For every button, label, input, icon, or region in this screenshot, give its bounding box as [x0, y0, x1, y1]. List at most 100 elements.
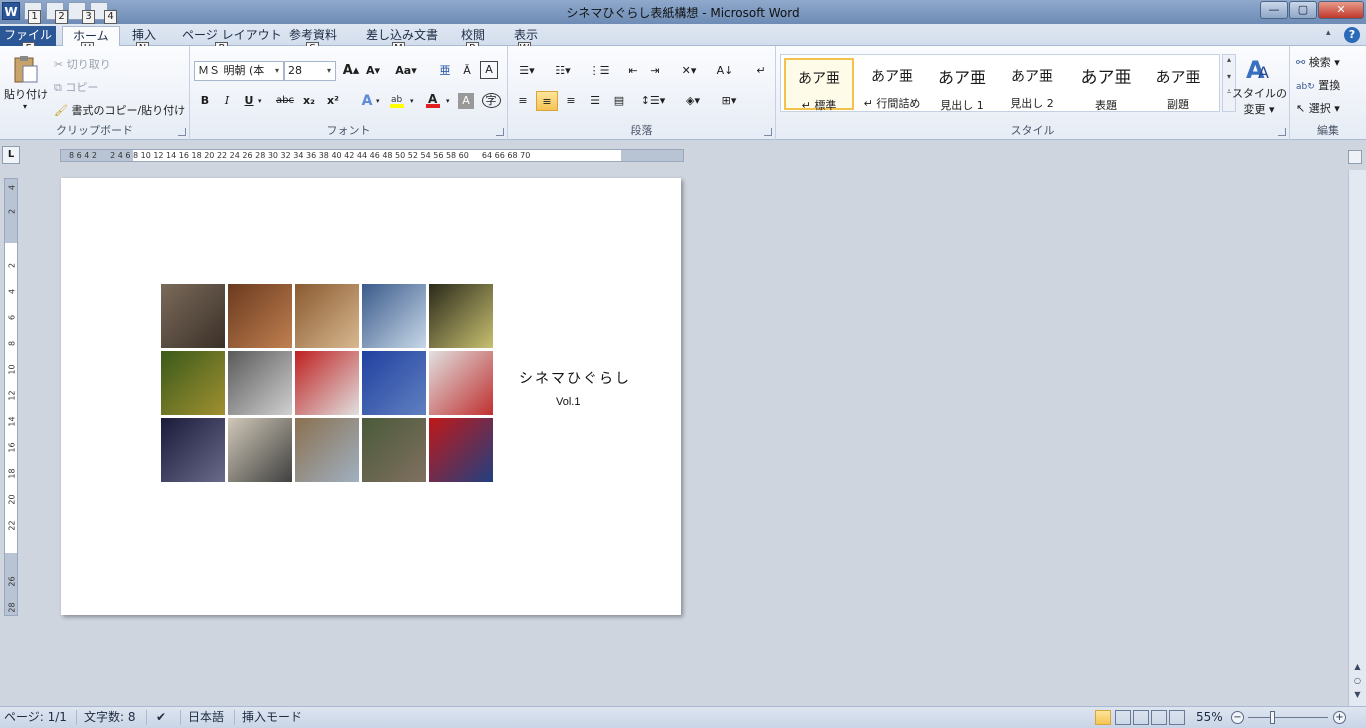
zoom-slider-thumb[interactable]	[1270, 711, 1275, 724]
text-effects-button[interactable]: A	[356, 91, 378, 111]
vertical-ruler[interactable]: 4 2 2 4 6 8 10 12 14 16 18 20 22 26 28	[4, 178, 18, 616]
vertical-scrollbar[interactable]: ▲ ○ ▼	[1348, 170, 1366, 706]
word-count[interactable]: 文字数: 8	[84, 707, 136, 727]
collage-photo[interactable]	[429, 351, 493, 415]
char-shading-button[interactable]: A	[458, 93, 474, 109]
find-button[interactable]: ⚯ 検索 ▾	[1296, 54, 1340, 70]
clear-format-button[interactable]: Ā	[456, 61, 478, 81]
collage-photo[interactable]	[429, 418, 493, 482]
previous-page-icon[interactable]: ▲	[1351, 660, 1364, 673]
insert-mode[interactable]: 挿入モード	[242, 707, 302, 727]
cut-button[interactable]: ✂ 切り取り	[54, 56, 111, 72]
collage-photo[interactable]	[295, 418, 359, 482]
minimize-ribbon-icon[interactable]: ▴	[1326, 28, 1338, 40]
horizontal-ruler[interactable]: 8 6 4 2 2 4 6 8 10 12 14 16 18 20 22 24 …	[60, 149, 684, 162]
full-screen-reading-icon[interactable]	[1115, 710, 1131, 725]
justify-button[interactable]: ☰	[584, 91, 606, 111]
enclose-char-button[interactable]: 字	[480, 91, 502, 111]
draft-icon[interactable]	[1169, 710, 1185, 725]
zoom-slider-track[interactable]	[1248, 717, 1328, 718]
align-right-button[interactable]: ≡	[560, 91, 582, 111]
highlight-dropdown-icon[interactable]: ▾	[410, 97, 414, 105]
change-case-button[interactable]: Aa▾	[392, 61, 420, 81]
web-layout-icon[interactable]	[1133, 710, 1149, 725]
strikethrough-button[interactable]: abc	[274, 91, 296, 111]
language[interactable]: 日本語	[188, 707, 224, 727]
document-title[interactable]: シネマひぐらし	[519, 368, 631, 388]
asian-layout-button[interactable]: ✕▾	[674, 61, 704, 81]
font-color-dropdown-icon[interactable]: ▾	[446, 97, 450, 105]
view-ruler-icon[interactable]	[1348, 150, 1362, 164]
copy-button[interactable]: ⧉ コピー	[54, 79, 98, 95]
collage-photo[interactable]	[429, 284, 493, 348]
change-styles-button[interactable]: AA スタイルの 変更 ▾	[1232, 54, 1287, 117]
distributed-button[interactable]: ▤	[608, 91, 630, 111]
align-left-button[interactable]: ≡	[512, 91, 534, 111]
select-button[interactable]: ↖ 選択 ▾	[1296, 100, 1340, 116]
multilevel-list-button[interactable]: ⋮☰	[584, 61, 614, 81]
collage-photo[interactable]	[362, 351, 426, 415]
text-effects-dropdown-icon[interactable]: ▾	[376, 97, 380, 105]
proofing-icon[interactable]: ✔	[156, 707, 166, 727]
clipboard-launcher-icon[interactable]	[178, 128, 186, 136]
numbering-button[interactable]: ☷▾	[548, 61, 578, 81]
collage-photo[interactable]	[295, 351, 359, 415]
highlight-button[interactable]: ab	[386, 91, 408, 111]
select-browse-object-icon[interactable]: ○	[1351, 674, 1364, 687]
bullets-button[interactable]: ☰▾	[512, 61, 542, 81]
grow-font-button[interactable]: A▴	[340, 61, 362, 81]
style-heading-1[interactable]: あア亜 見出し 1	[927, 58, 997, 112]
subscript-button[interactable]: x₂	[298, 91, 320, 111]
bold-button[interactable]: B	[194, 91, 216, 111]
collage-photo[interactable]	[295, 284, 359, 348]
collage-photo[interactable]	[161, 351, 225, 415]
style-no-spacing[interactable]: あア亜 ↵ 行間詰め	[857, 58, 927, 110]
style-subtitle[interactable]: あア亜 副題	[1143, 58, 1213, 111]
document-area[interactable]: シネマひぐらし Vol.1	[22, 170, 1348, 706]
collage-photo[interactable]	[228, 351, 292, 415]
collage-photo[interactable]	[362, 284, 426, 348]
decrease-indent-button[interactable]: ⇤	[622, 61, 644, 81]
shading-button[interactable]: ◈▾	[678, 91, 708, 111]
style-title[interactable]: あア亜 表題	[1071, 58, 1141, 112]
italic-button[interactable]: I	[216, 91, 238, 111]
char-border-button[interactable]: A	[480, 61, 498, 79]
help-icon[interactable]: ?	[1344, 27, 1360, 43]
font-name-combo[interactable]: ＭＳ 明朝 (本 ▾	[194, 61, 284, 81]
collage-photo[interactable]	[161, 284, 225, 348]
outline-icon[interactable]	[1151, 710, 1167, 725]
sort-button[interactable]: A↓	[714, 61, 736, 81]
collage-photo[interactable]	[161, 418, 225, 482]
minimize-button[interactable]: —	[1260, 1, 1288, 19]
style-heading-2[interactable]: あア亜 見出し 2	[997, 58, 1067, 110]
line-spacing-button[interactable]: ↕☰▾	[638, 91, 668, 111]
font-size-combo[interactable]: 28 ▾	[284, 61, 336, 81]
zoom-in-button[interactable]: +	[1333, 711, 1346, 724]
next-page-icon[interactable]: ▼	[1351, 688, 1364, 701]
document-page[interactable]: シネマひぐらし Vol.1	[61, 178, 681, 615]
tab-page-layout[interactable]: ページ レイアウト	[172, 26, 292, 46]
superscript-button[interactable]: x²	[322, 91, 344, 111]
align-center-button[interactable]: ≡	[536, 91, 558, 111]
zoom-level[interactable]: 55%	[1196, 707, 1223, 727]
maximize-button[interactable]: ▢	[1289, 1, 1317, 19]
collage-photo[interactable]	[228, 284, 292, 348]
font-launcher-icon[interactable]	[496, 128, 504, 136]
close-button[interactable]: ✕	[1318, 1, 1364, 19]
phonetic-guide-button[interactable]: 亜	[434, 61, 456, 81]
collage-photo[interactable]	[228, 418, 292, 482]
paste-button[interactable]: 貼り付け ▾	[4, 54, 48, 111]
style-normal[interactable]: あア亜 ↵ 標準	[784, 58, 854, 112]
format-painter-button[interactable]: 🖌 書式のコピー/貼り付け	[54, 102, 185, 118]
collage-photo[interactable]	[362, 418, 426, 482]
styles-launcher-icon[interactable]	[1278, 128, 1286, 136]
print-layout-icon[interactable]	[1095, 710, 1111, 725]
replace-button[interactable]: ab↻ 置換	[1296, 77, 1340, 93]
zoom-out-button[interactable]: −	[1231, 711, 1244, 724]
font-color-button[interactable]: A	[422, 91, 444, 111]
underline-button[interactable]: U	[238, 91, 260, 111]
underline-dropdown-icon[interactable]: ▾	[258, 97, 262, 105]
document-volume[interactable]: Vol.1	[556, 396, 580, 408]
paragraph-launcher-icon[interactable]	[764, 128, 772, 136]
increase-indent-button[interactable]: ⇥	[644, 61, 666, 81]
